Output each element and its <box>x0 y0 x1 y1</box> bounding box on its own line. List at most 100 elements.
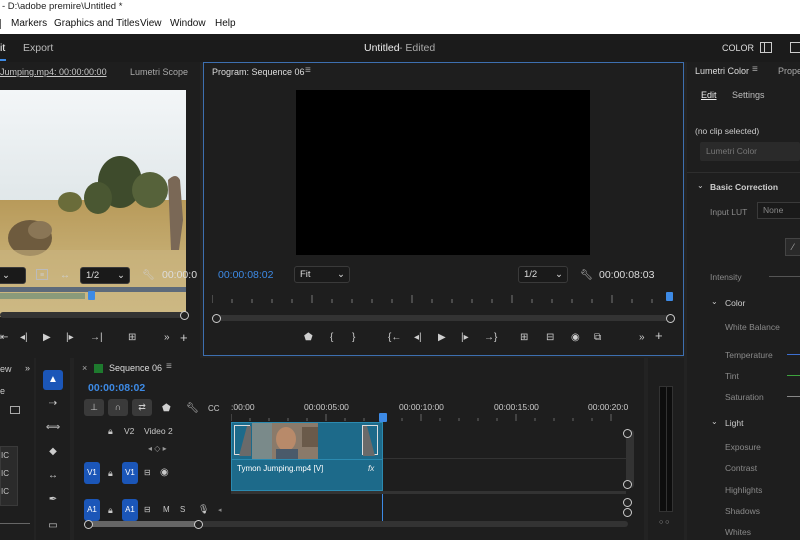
menu-help[interactable]: Help <box>215 18 236 29</box>
tint-slider[interactable] <box>787 375 800 376</box>
timeline-playhead-handle[interactable] <box>379 413 387 422</box>
program-fit-select[interactable]: Fit ⌄ <box>294 266 350 283</box>
zoom-handle-right[interactable] <box>194 520 203 529</box>
light-section-heading[interactable]: Light <box>725 418 743 428</box>
project-row[interactable]: IC <box>1 451 9 460</box>
wrench-icon[interactable]: 🔧︎ <box>186 403 199 415</box>
program-scroll-handle-left[interactable] <box>212 314 221 323</box>
add-marker-icon[interactable]: ⬟ <box>304 332 313 344</box>
add-button-icon[interactable]: + <box>180 331 188 344</box>
step-forward-icon[interactable]: →| <box>90 332 103 344</box>
camera-icon[interactable]: ◉ <box>571 332 580 344</box>
color-section-heading[interactable]: Color <box>725 298 745 308</box>
rectangle-tool-icon[interactable]: ▭ <box>43 516 63 536</box>
v1-track-target[interactable]: V1 <box>122 462 138 484</box>
panel-layout-icon[interactable] <box>760 42 772 53</box>
a-scroll-handle-bottom[interactable] <box>623 508 632 517</box>
properties-tab[interactable]: Prope <box>778 66 800 76</box>
more-icon[interactable]: » <box>25 363 30 373</box>
tab-edit[interactable]: it <box>0 42 5 54</box>
step-forward-icon[interactable]: |▸ <box>461 332 469 344</box>
lift-icon[interactable]: ⊞ <box>520 332 528 344</box>
hamburger-icon[interactable]: ≡ <box>166 361 172 372</box>
insert-icon[interactable]: ⊞ <box>128 332 136 344</box>
pen-tool-icon[interactable]: ✒ <box>43 490 63 510</box>
temperature-slider[interactable] <box>787 354 800 355</box>
captions-icon[interactable]: CC <box>208 403 220 415</box>
slip-tool-icon[interactable]: ↔ <box>43 466 63 486</box>
wrench-icon[interactable]: 🔧︎ <box>580 270 593 282</box>
solo-meter-icons[interactable]: ○ ○ <box>659 519 669 526</box>
eyedropper-icon[interactable]: ⁄ <box>785 238 800 256</box>
workspace-color-label[interactable]: COLOR <box>722 43 754 53</box>
a1-source-patch[interactable]: A1 <box>84 499 100 521</box>
close-icon[interactable]: × <box>82 363 87 373</box>
hamburger-icon[interactable]: ≡ <box>752 64 758 75</box>
keyframe-nav-icon[interactable]: ◂ ◇ ▸ <box>148 444 167 453</box>
mark-in-icon[interactable]: { <box>330 332 333 344</box>
source-settings-icon[interactable]: ≡ <box>36 269 48 280</box>
frame-back-icon[interactable]: ◂| <box>20 332 28 344</box>
zoom-handle-left[interactable] <box>84 520 93 529</box>
selection-tool-icon[interactable]: ▲ <box>43 370 63 390</box>
project-row[interactable]: IC <box>1 469 9 478</box>
source-scroll-handle[interactable] <box>180 311 189 320</box>
fx-badge[interactable]: fx <box>368 464 374 473</box>
play-icon[interactable]: ▶ <box>438 332 446 344</box>
lumetri-edit-tab[interactable]: Edit <box>701 90 717 100</box>
v1-clip[interactable]: Tymon Jumping.mp4 [V] fx <box>231 459 383 491</box>
program-current-timecode[interactable]: 00:00:08:02 <box>218 269 273 281</box>
lumetri-settings-tab[interactable]: Settings <box>732 90 765 100</box>
v-scroll-handle-bottom[interactable] <box>623 480 632 489</box>
lumetri-clip-select[interactable]: Lumetri Color <box>700 142 800 161</box>
mute-button[interactable]: M <box>163 505 170 514</box>
solo-button[interactable]: S <box>180 505 185 514</box>
menu-window[interactable]: Window <box>170 18 206 29</box>
v2-clip[interactable] <box>231 422 383 460</box>
sync-lock-icon[interactable]: ⊟ <box>144 468 151 477</box>
source-work-area[interactable] <box>0 293 85 299</box>
source-resolution-select[interactable]: 1/2 ⌄ <box>80 267 130 284</box>
intensity-slider[interactable] <box>769 276 800 277</box>
saturation-slider[interactable] <box>787 396 800 397</box>
source-scroll-bar[interactable] <box>0 312 186 318</box>
program-scroll-handle-right[interactable] <box>666 314 675 323</box>
a-scroll-handle-top[interactable] <box>623 498 632 507</box>
project-tab[interactable]: ew <box>0 364 12 374</box>
sequence-tab[interactable]: Sequence 06 <box>109 363 162 373</box>
program-tab[interactable]: Program: Sequence 06 <box>212 67 305 77</box>
source-zoom-select[interactable]: ⌄ <box>0 267 26 284</box>
compare-view-icon[interactable]: ⧉ <box>594 332 601 344</box>
fullscreen-icon[interactable] <box>790 42 800 53</box>
menu-graphics-titles[interactable]: Graphics and Titles <box>54 18 140 29</box>
sync-lock-icon[interactable]: ⊟ <box>144 505 151 514</box>
zoom-slider[interactable] <box>0 523 30 524</box>
tab-export[interactable]: Export <box>23 42 53 54</box>
source-playhead[interactable] <box>88 291 95 300</box>
lumetri-scope-tab[interactable]: Lumetri Scope <box>130 67 188 77</box>
menu-view[interactable]: View <box>140 18 162 29</box>
more-icon[interactable]: » <box>164 332 170 344</box>
go-to-out-icon[interactable]: →} <box>484 332 497 344</box>
track-expand-icon[interactable]: ◂ <box>218 506 222 514</box>
more-icon[interactable]: » <box>639 332 645 344</box>
program-resolution-select[interactable]: 1/2 ⌄ <box>518 266 568 283</box>
program-scroll-bar[interactable] <box>214 315 674 321</box>
v-scroll-handle-top[interactable] <box>623 429 632 438</box>
input-lut-select[interactable]: None <box>757 202 800 219</box>
timeline-timecode[interactable]: 00:00:08:02 <box>88 382 145 394</box>
source-tab[interactable]: Jumping.mp4: 00:00:00:00 <box>0 67 107 77</box>
project-row[interactable]: IC <box>1 487 9 496</box>
play-icon[interactable]: ▶ <box>43 332 51 344</box>
wrench-icon[interactable]: 🔧︎ <box>142 270 155 282</box>
collapse-icon[interactable]: ⌄ <box>697 181 704 190</box>
timeline-ruler-ticks[interactable] <box>231 414 631 422</box>
step-back-icon[interactable]: ◂| <box>414 332 422 344</box>
ripple-edit-tool-icon[interactable]: ⟺ <box>43 418 63 438</box>
nest-icon[interactable]: ⊥ <box>84 399 104 416</box>
snap-icon[interactable]: ∩ <box>108 399 128 416</box>
clip-transition-left[interactable] <box>234 425 251 456</box>
add-button-icon[interactable]: + <box>655 329 663 342</box>
a1-track-target[interactable]: A1 <box>122 499 138 521</box>
microphone-icon[interactable]: 🎙︎ <box>198 504 209 515</box>
